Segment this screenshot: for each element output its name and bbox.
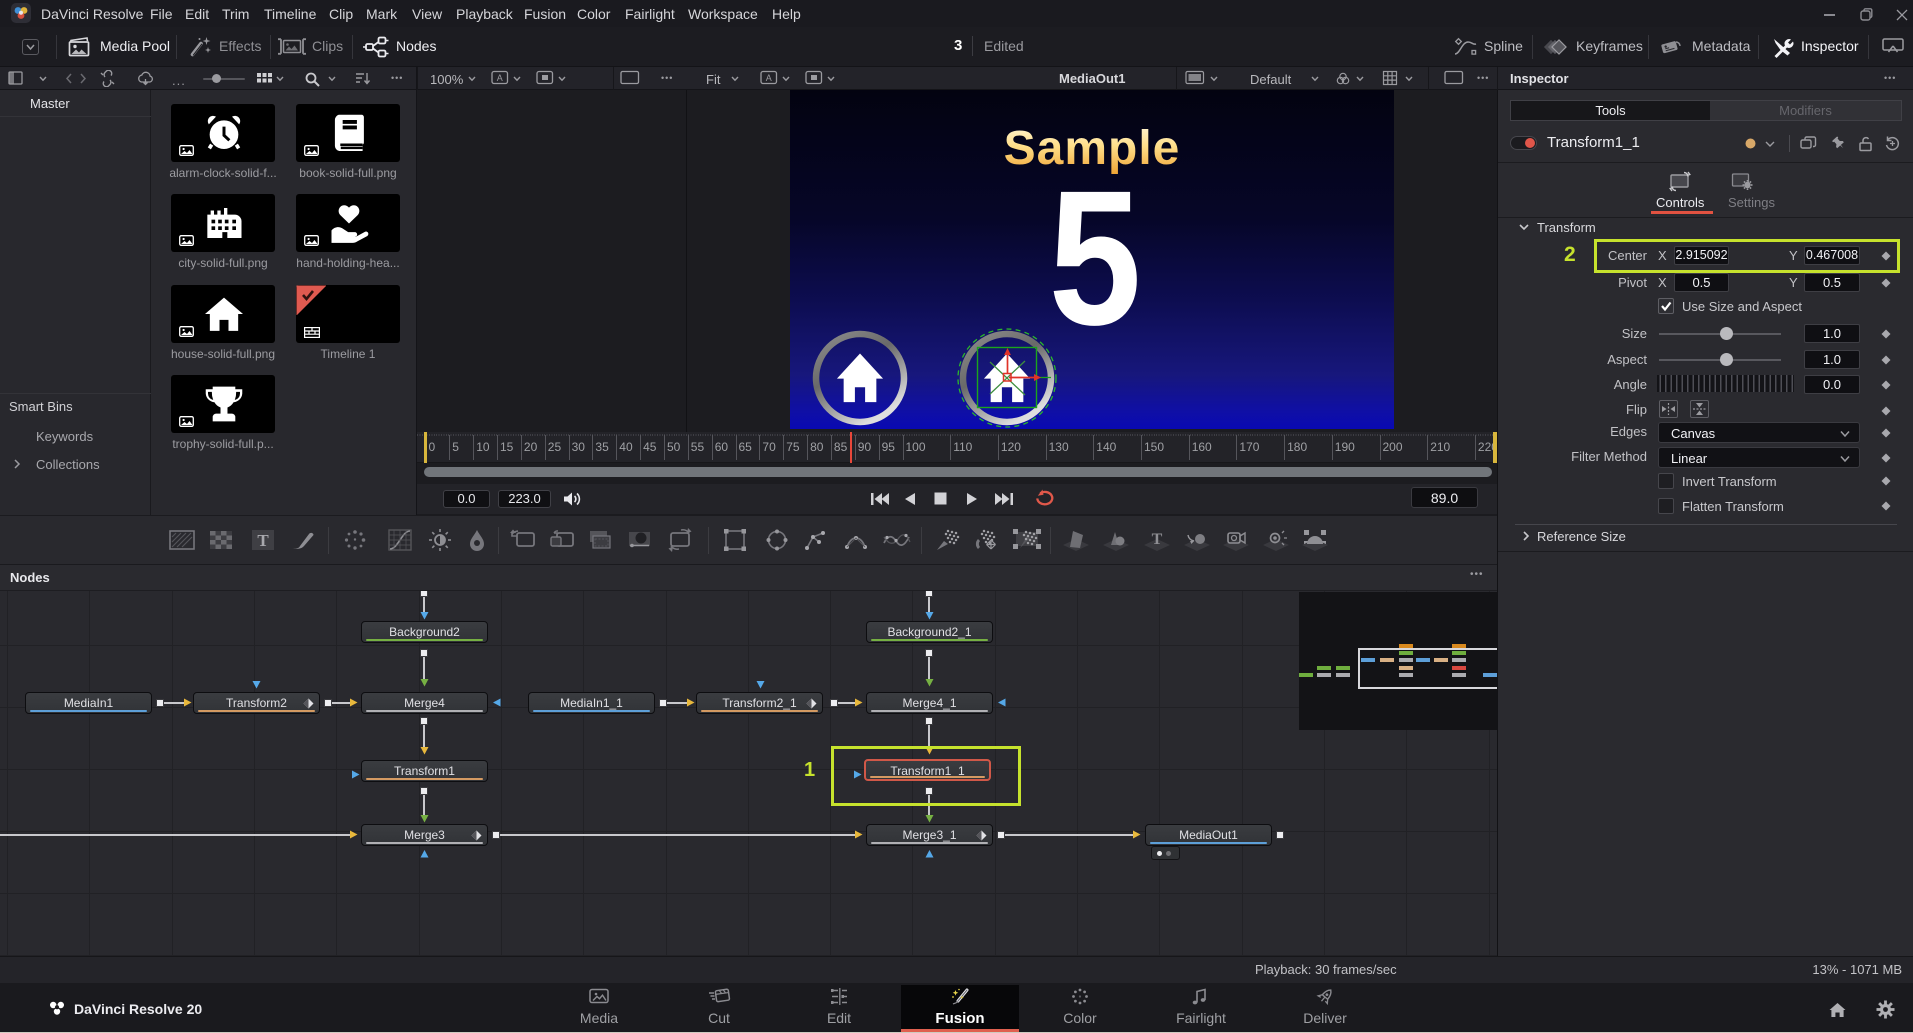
- svg-text:T: T: [257, 531, 269, 550]
- svg-text:A: A: [766, 73, 772, 83]
- svg-text:T: T: [1152, 531, 1163, 548]
- svg-text:A: A: [497, 73, 503, 83]
